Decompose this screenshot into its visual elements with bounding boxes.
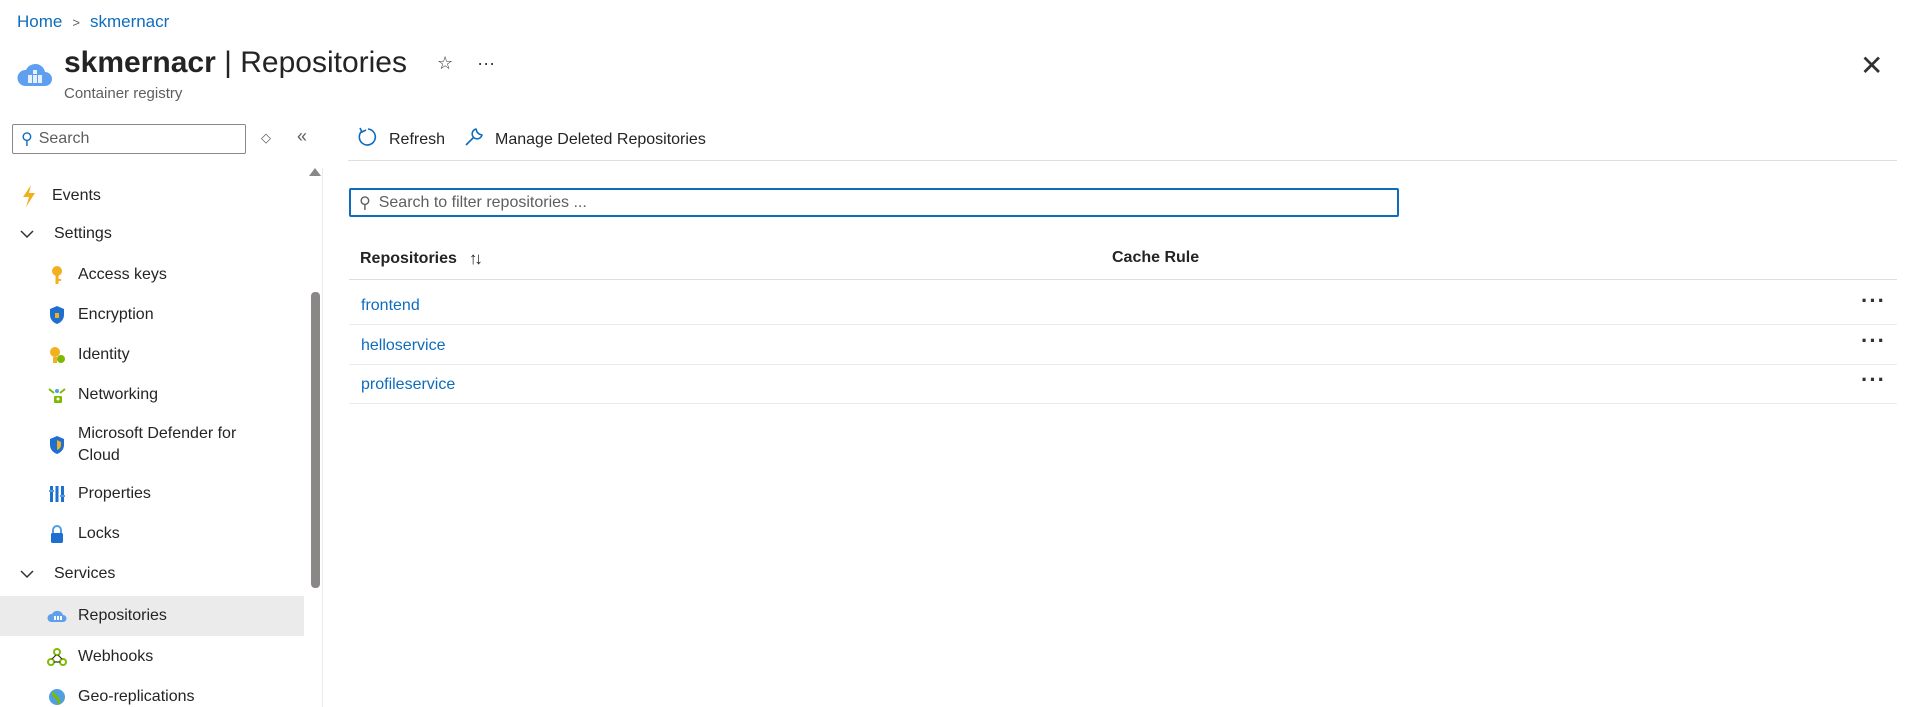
cloud-icon xyxy=(46,605,68,627)
breadcrumb-resource-link[interactable]: skmernacr xyxy=(90,12,169,32)
nav-divider xyxy=(322,168,323,707)
repository-link[interactable]: profileservice xyxy=(361,376,455,394)
table-row: helloservice ··· xyxy=(349,325,1897,365)
shield-icon xyxy=(46,304,68,326)
nav-item-label: Microsoft Defender for xyxy=(78,425,237,442)
nav-item-encryption[interactable]: Encryption xyxy=(0,301,304,329)
manage-deleted-label: Manage Deleted Repositories xyxy=(495,131,706,148)
nav-item-geo-replications[interactable]: Geo-replications xyxy=(0,683,304,707)
column-header-repositories[interactable]: Repositories ↑↓ xyxy=(360,249,483,269)
page-subtitle: Container registry xyxy=(64,85,183,102)
nav-item-label: Webhooks xyxy=(78,648,154,665)
webhook-icon xyxy=(46,646,68,668)
lightning-icon xyxy=(18,185,40,207)
more-options-icon[interactable]: ··· xyxy=(1861,288,1886,314)
title-separator: | xyxy=(215,46,241,79)
refresh-button[interactable]: Refresh xyxy=(357,126,445,154)
wrench-icon xyxy=(463,126,485,154)
nav-item-label-line2: Cloud xyxy=(78,447,120,464)
nav-scrollbar-thumb[interactable] xyxy=(311,292,320,588)
nav-item-identity[interactable]: Identity xyxy=(0,341,304,369)
breadcrumb-home-link[interactable]: Home xyxy=(17,12,62,32)
nav-item-webhooks[interactable]: Webhooks xyxy=(0,643,304,671)
nav-item-label: Properties xyxy=(78,485,151,502)
chevron-down-icon xyxy=(20,226,42,242)
container-registry-icon xyxy=(17,63,52,86)
nav-item-access-keys[interactable]: Access keys xyxy=(0,261,304,289)
manage-deleted-repositories-button[interactable]: Manage Deleted Repositories xyxy=(463,126,706,154)
resource-name: skmernacr xyxy=(64,46,216,79)
repository-filter-input[interactable] xyxy=(378,193,1359,212)
networking-icon xyxy=(46,384,68,406)
column-header-cache-rule: Cache Rule xyxy=(1112,249,1200,266)
repository-link[interactable]: frontend xyxy=(361,297,420,315)
nav-group-settings[interactable]: Settings xyxy=(0,220,304,248)
key-icon xyxy=(46,264,68,286)
nav-item-label: Services xyxy=(54,565,116,582)
ellipsis-icon[interactable]: ··· xyxy=(477,53,495,74)
breadcrumb: Home > skmernacr xyxy=(17,12,169,32)
nav-item-label: Settings xyxy=(54,225,112,242)
search-icon: ⚲ xyxy=(359,194,371,212)
nav-search-box: ⚲ xyxy=(12,124,246,154)
close-icon[interactable]: ✕ xyxy=(1860,52,1883,80)
repository-link[interactable]: helloservice xyxy=(361,337,445,355)
defender-icon xyxy=(46,434,68,456)
nav-item-label: Locks xyxy=(78,525,120,542)
more-options-icon[interactable]: ··· xyxy=(1861,367,1886,393)
nav-item-label: Encryption xyxy=(78,306,154,323)
globe-icon xyxy=(46,686,68,707)
toolbar-divider xyxy=(348,160,1897,161)
more-options-icon[interactable]: ··· xyxy=(1861,328,1886,354)
nav-item-label: Networking xyxy=(78,386,159,403)
page-title: skmernacr | Repositories xyxy=(64,46,407,80)
refresh-label: Refresh xyxy=(389,131,446,148)
collapse-nav-icon[interactable]: « xyxy=(297,126,307,147)
page-name: Repositories xyxy=(240,46,407,79)
nav-item-label: Events xyxy=(52,187,101,204)
expand-collapse-icon[interactable]: ◇ xyxy=(261,130,271,146)
table-header: Repositories ↑↓ Cache Rule xyxy=(349,246,1897,280)
table-row: profileservice ··· xyxy=(349,364,1897,404)
nav-item-properties[interactable]: Properties xyxy=(0,480,304,508)
lock-icon xyxy=(46,523,68,545)
nav-item-locks[interactable]: Locks xyxy=(0,520,304,548)
chevron-right-icon: > xyxy=(72,14,80,30)
nav-item-label: Identity xyxy=(78,346,130,363)
nav-item-networking[interactable]: Networking xyxy=(0,381,304,409)
refresh-icon xyxy=(357,126,379,154)
command-bar: Refresh Manage Deleted Repositories xyxy=(357,126,724,154)
repository-filter-box: ⚲ xyxy=(349,188,1399,217)
nav-item-label: Geo-replications xyxy=(78,688,195,705)
chevron-down-icon xyxy=(20,566,42,582)
identity-icon xyxy=(46,344,68,366)
search-icon: ⚲ xyxy=(21,131,33,148)
nav-item-label: Repositories xyxy=(78,607,167,624)
column-header-label: Repositories xyxy=(360,250,457,267)
nav-item-events[interactable]: Events xyxy=(0,182,304,210)
nav-search-input[interactable] xyxy=(38,130,219,148)
nav-item-repositories[interactable]: Repositories xyxy=(0,596,304,636)
table-row: frontend ··· xyxy=(349,285,1897,325)
star-icon[interactable]: ☆ xyxy=(437,53,453,74)
sort-icon[interactable]: ↑↓ xyxy=(469,249,483,269)
nav-item-defender[interactable]: Microsoft Defender for Cloud xyxy=(0,421,304,469)
nav-group-services[interactable]: Services xyxy=(0,560,304,588)
properties-icon xyxy=(46,483,68,505)
scroll-up-arrow-icon[interactable] xyxy=(309,168,321,176)
nav-item-label: Access keys xyxy=(78,266,167,283)
